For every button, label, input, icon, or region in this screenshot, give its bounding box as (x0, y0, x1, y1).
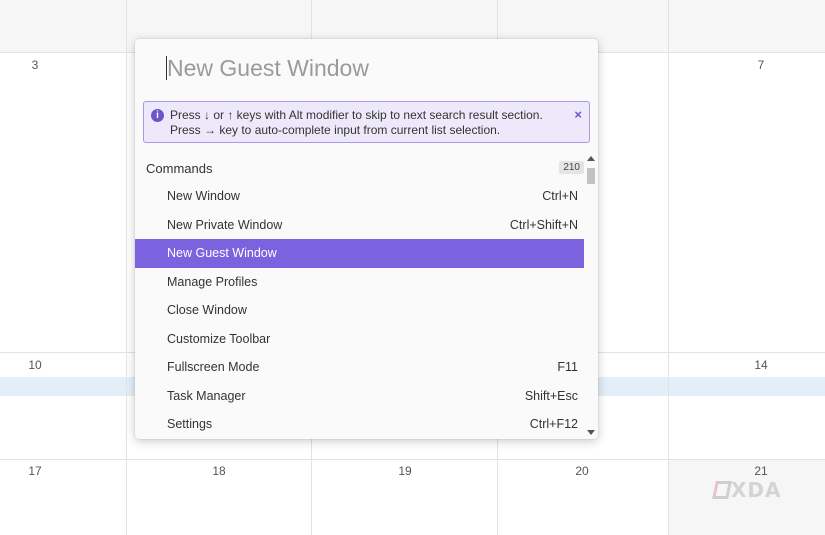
command-label: Manage Profiles (167, 274, 258, 289)
command-item[interactable]: New Window Ctrl+N (135, 182, 584, 211)
command-item[interactable]: Manage Profiles (135, 268, 584, 297)
grid-line (0, 459, 825, 460)
command-shortcut: Ctrl+Shift+N (509, 217, 578, 232)
grid-line (126, 0, 127, 535)
day-cell-14[interactable]: 14 (741, 358, 781, 372)
command-shortcut: F11 (557, 360, 578, 374)
command-label: Fullscreen Mode (167, 360, 260, 374)
command-label: Settings (167, 417, 213, 431)
day-cell-20[interactable]: 20 (562, 464, 602, 478)
scrollbar-thumb[interactable] (587, 168, 595, 184)
grid-line (668, 0, 669, 535)
day-cell-3[interactable]: 3 (15, 58, 55, 72)
day-cell-7[interactable]: 7 (741, 58, 781, 72)
results-list: Commands 210 New Window Ctrl+N New Private… (135, 154, 584, 439)
search-row: New Guest Window (135, 39, 598, 99)
command-item[interactable]: Close Window (135, 296, 584, 325)
quick-commands-palette: New Guest Window i Press ↓ or ↑ keys wit… (135, 39, 598, 439)
result-count-badge: 210 (559, 161, 584, 174)
day-cell-19[interactable]: 19 (385, 464, 425, 478)
command-item[interactable]: Task Manager Shift+Esc (135, 382, 584, 411)
info-icon: i (151, 109, 164, 122)
day-cell-10[interactable]: 10 (15, 358, 55, 372)
command-label: New Window (167, 189, 240, 203)
command-shortcut: Ctrl+F12 (529, 417, 578, 431)
command-item[interactable]: New Private Window Ctrl+Shift+N (135, 211, 584, 240)
xda-logo-text: XDA (731, 478, 782, 502)
day-cell-18[interactable]: 18 (199, 464, 239, 478)
command-item[interactable]: Settings Ctrl+F12 (135, 410, 584, 439)
xda-mark-icon (712, 481, 732, 499)
command-item[interactable]: New Guest Window (135, 239, 584, 268)
command-shortcut: Ctrl+N (542, 189, 578, 203)
section-header: Commands 210 (135, 154, 584, 182)
section-title: Commands (146, 161, 213, 176)
command-shortcut: Shift+Esc (524, 388, 578, 403)
close-icon[interactable]: × (574, 107, 582, 122)
scroll-up-arrow-icon[interactable] (587, 156, 595, 161)
scroll-down-arrow-icon[interactable] (587, 430, 595, 435)
command-label: New Private Window (167, 217, 283, 232)
day-cell-21[interactable]: 21 (741, 464, 781, 478)
info-banner-text: Press ↓ or ↑ keys with Alt modifier to s… (170, 108, 543, 137)
command-label: New Guest Window (167, 246, 277, 260)
scrollbar[interactable] (586, 156, 597, 439)
search-input[interactable]: New Guest Window (167, 55, 369, 82)
xda-logo: XDA (712, 478, 782, 502)
day-cell-17[interactable]: 17 (15, 464, 55, 478)
command-label: Task Manager (167, 388, 246, 403)
command-label: Customize Toolbar (167, 331, 271, 346)
command-item[interactable]: Fullscreen Mode F11 (135, 353, 584, 382)
command-item[interactable]: Customize Toolbar (135, 325, 584, 354)
command-label: Close Window (167, 303, 247, 317)
info-banner: i Press ↓ or ↑ keys with Alt modifier to… (143, 101, 590, 143)
